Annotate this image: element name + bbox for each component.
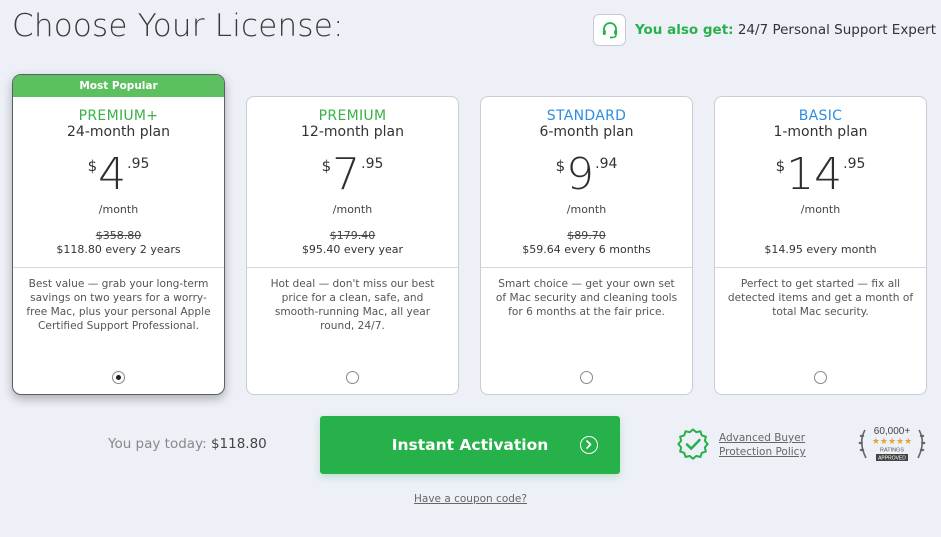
plan-description: Smart choice — get your own set of Mac s… (495, 278, 678, 318)
plan-pricing: PREMIUM 12-month plan $ 7 .95 /month $17… (247, 97, 458, 268)
coupon-link[interactable]: Have a coupon code? (414, 493, 527, 505)
plan-term: 24-month plan (67, 124, 170, 140)
plan-list: Most Popular PREMIUM+ 24-month plan $ 4 … (12, 74, 941, 396)
plan-pricing: PREMIUM+ 24-month plan $ 4 .95 /month $3… (13, 97, 224, 268)
pay-label: You pay today: (108, 436, 207, 452)
pay-amount: $118.80 (210, 436, 267, 452)
plan-price: $ 7 .95 (247, 153, 458, 197)
plan-radio[interactable] (346, 371, 359, 384)
price-integer: 4 (98, 149, 127, 200)
support-detail: 24/7 Personal Support Expert (737, 22, 937, 38)
cta-label: Instant Activation (391, 436, 549, 454)
ratings-label: RATINGS (880, 448, 904, 454)
old-price: $179.40 (329, 229, 376, 242)
plan-term: 12-month plan (301, 124, 404, 140)
price-decimal: .94 (595, 156, 618, 172)
shield-check-icon (677, 428, 709, 460)
ratings-badge: APPROVED (878, 456, 906, 462)
support-text: You also get: 24/7 Personal Support Expe… (635, 22, 936, 38)
plan-pricing: STANDARD 6-month plan $ 9 .94 /month $89… (481, 97, 692, 268)
plan-radio[interactable] (580, 371, 593, 384)
price-period: /month (332, 203, 373, 216)
price-decimal: .95 (127, 156, 150, 172)
headset-icon (593, 14, 626, 46)
plan-price: $ 4 .95 (13, 153, 224, 197)
billed-amount: $59.64 every 6 months (522, 243, 651, 256)
support-banner: You also get: 24/7 Personal Support Expe… (593, 14, 936, 46)
plan-price: $ 9 .94 (481, 153, 692, 197)
arrow-chevron-graphic (586, 440, 592, 449)
billed-amount: $118.80 every 2 years (56, 243, 181, 256)
instant-activation-button[interactable]: Instant Activation (320, 416, 620, 474)
plan-term: 6-month plan (539, 124, 634, 140)
plan-card-basic[interactable]: BASIC 1-month plan $ 14 .95 /month $14.9… (714, 96, 927, 395)
plan-radio[interactable] (814, 371, 827, 384)
headset-icon-graphic (602, 22, 617, 39)
buyer-protection[interactable]: Advanced Buyer Protection Policy (676, 428, 806, 462)
pay-today: You pay today: $118.80 (108, 436, 267, 452)
page-title: Choose Your License: (12, 8, 344, 44)
price-decimal: .95 (843, 156, 866, 172)
arrow-circle-right-icon (580, 436, 598, 454)
plan-card-premium[interactable]: PREMIUM 12-month plan $ 7 .95 /month $17… (246, 96, 459, 395)
plan-card-standard[interactable]: STANDARD 6-month plan $ 9 .94 /month $89… (480, 96, 693, 395)
plan-description: Best value — grab your long-term savings… (26, 278, 211, 332)
price-period: /month (566, 203, 607, 216)
plan-tier: PREMIUM+ (78, 108, 159, 124)
plan-tier: PREMIUM (318, 108, 387, 124)
protection-line-1: Advanced Buyer (719, 432, 806, 444)
plan-description: Perfect to get started — fix all detecte… (727, 278, 914, 318)
plan-price: $ 14 .95 (715, 153, 926, 197)
price-integer: 14 (786, 149, 843, 200)
protection-line-2: Protection Policy (719, 446, 806, 458)
ratings-badge-graphic: 60,000+ ★★★★★ RATINGS APPROVED (858, 426, 926, 462)
plan-description: Hot deal — don't miss our best price for… (270, 278, 435, 332)
billed-amount: $95.40 every year (301, 243, 404, 256)
laurel-stars-badge-icon: 60,000+ ★★★★★ RATINGS APPROVED (856, 424, 928, 464)
plan-tier: BASIC (798, 108, 843, 124)
protection-link[interactable]: Advanced Buyer Protection Policy (719, 431, 806, 459)
plan-radio[interactable] (112, 371, 125, 384)
price-integer: 9 (566, 149, 595, 200)
support-prefix: You also get: (635, 22, 734, 38)
old-price: $89.70 (567, 229, 606, 242)
plan-pricing: BASIC 1-month plan $ 14 .95 /month $14.9… (715, 97, 926, 268)
price-currency: $ (87, 157, 98, 175)
plan-term: 1-month plan (773, 124, 868, 140)
plan-card-premium-plus[interactable]: Most Popular PREMIUM+ 24-month plan $ 4 … (12, 74, 225, 395)
price-decimal: .95 (361, 156, 384, 172)
price-currency: $ (775, 157, 786, 175)
price-currency: $ (321, 157, 332, 175)
old-price: $358.80 (95, 229, 142, 242)
price-period: /month (800, 203, 841, 216)
plan-tier: STANDARD (546, 108, 627, 124)
price-integer: 7 (332, 149, 361, 200)
most-popular-ribbon: Most Popular (13, 75, 224, 97)
ratings-count: 60,000+ (874, 426, 911, 437)
billed-amount: $14.95 every month (764, 243, 877, 256)
price-currency: $ (555, 157, 566, 175)
svg-text:★★★★★: ★★★★★ (872, 437, 912, 447)
price-period: /month (98, 203, 139, 216)
